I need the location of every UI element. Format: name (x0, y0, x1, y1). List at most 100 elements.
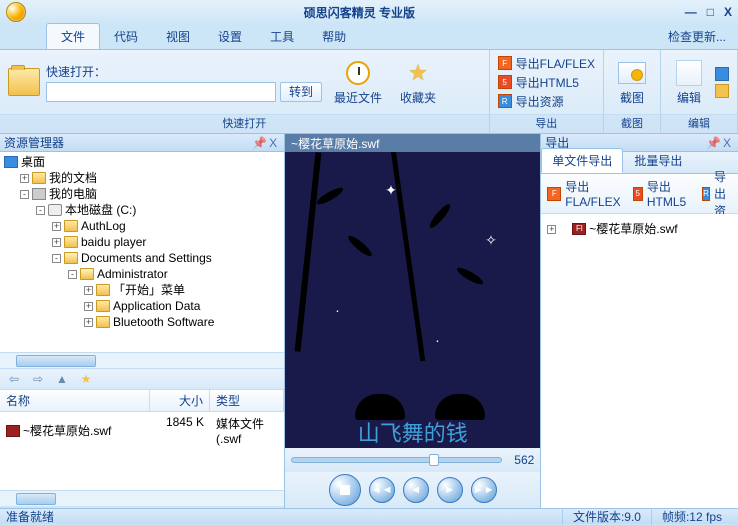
expander-icon[interactable]: - (20, 190, 29, 199)
computer-icon (32, 188, 46, 200)
ribbon: 快速打开： 转到 最近文件 ★ 收藏夹 快速打开 F导出FLA/FLEX 5导出… (0, 50, 738, 134)
tree-item[interactable]: baidu player (81, 234, 146, 250)
quickopen-input[interactable] (46, 82, 276, 102)
goto-button[interactable]: 转到 (280, 82, 322, 102)
nav-up-icon[interactable]: ▲ (54, 372, 70, 386)
desktop-icon (4, 156, 18, 168)
tab-batch-export[interactable]: 批量导出 (623, 148, 693, 173)
resource-icon: R (498, 94, 512, 108)
stop-icon (340, 485, 350, 495)
tree-item[interactable]: Application Data (113, 298, 200, 314)
expander-icon[interactable]: + (547, 225, 556, 234)
export-fla-item[interactable]: F导出 FLA/FLEX (547, 178, 620, 209)
tab-view[interactable]: 视图 (152, 24, 204, 49)
tree-item[interactable]: Documents and Settings (81, 250, 212, 266)
panel-close-icon[interactable]: X (266, 136, 280, 150)
recent-files-button[interactable]: 最近文件 (328, 57, 388, 108)
expander-icon[interactable]: - (68, 270, 77, 279)
swf-icon (6, 425, 20, 437)
edit-small-icon[interactable] (715, 84, 729, 98)
stop-button[interactable] (329, 474, 361, 506)
seek-knob[interactable] (429, 454, 439, 466)
expander-icon[interactable]: + (52, 238, 61, 247)
export-html5-item[interactable]: 5导出HTML5 (633, 178, 690, 209)
status-fps: 帧频:12 fps (651, 508, 732, 525)
export-res-item[interactable]: R导出资 (702, 168, 732, 219)
expander-icon[interactable]: - (36, 206, 45, 215)
expander-icon[interactable]: - (52, 254, 61, 263)
save-icon[interactable] (715, 67, 729, 81)
panel-pin-icon[interactable]: 📌 (252, 136, 266, 150)
filelist-hscrollbar[interactable] (0, 490, 284, 506)
title-bar: 硕思闪客精灵 专业版 — □ X (0, 0, 738, 24)
tree-hscrollbar[interactable] (0, 352, 284, 368)
screenshot-button[interactable]: 截图 (612, 57, 652, 108)
clock-icon (346, 61, 370, 85)
step-fwd-button[interactable]: ► (437, 477, 463, 503)
file-row[interactable]: ~樱花草原始.swf 1845 K 媒体文件(.swf (0, 412, 284, 449)
maximize-button[interactable]: □ (707, 5, 714, 19)
tree-item[interactable]: AuthLog (81, 218, 126, 234)
nav-back-icon[interactable]: ⇦ (6, 372, 22, 386)
export-file-name[interactable]: ~樱花草原始.swf (589, 220, 677, 238)
export-resource-button[interactable]: R导出资源 (498, 93, 595, 110)
group-screenshot-label: 截图 (604, 114, 660, 133)
quickopen-label: 快速打开： (46, 63, 322, 80)
panel-pin-icon[interactable]: 📌 (706, 136, 720, 150)
tab-code[interactable]: 代码 (100, 24, 152, 49)
prev-button[interactable]: ◄◄ (369, 477, 395, 503)
expander-icon[interactable]: + (84, 318, 93, 327)
tab-tools[interactable]: 工具 (256, 24, 308, 49)
export-tree[interactable]: + Fl~樱花草原始.swf (541, 214, 738, 508)
next-button[interactable]: ►► (471, 477, 497, 503)
col-type[interactable]: 类型 (210, 390, 284, 411)
col-name[interactable]: 名称 (0, 390, 150, 411)
panel-close-icon[interactable]: X (720, 136, 734, 150)
preview-title: ~樱花草原始.swf (285, 134, 540, 152)
seek-bar[interactable] (291, 457, 502, 463)
minimize-button[interactable]: — (685, 5, 697, 19)
tree-item[interactable]: Bluetooth Software (113, 314, 214, 330)
edit-button[interactable]: 编辑 (669, 57, 709, 108)
file-list: 名称 大小 类型 ~樱花草原始.swf 1845 K 媒体文件(.swf (0, 390, 284, 490)
expander-icon[interactable]: + (84, 286, 93, 295)
drive-icon (48, 204, 62, 216)
folder-tree[interactable]: 桌面 +我的文档 -我的电脑 -本地磁盘 (C:) +AuthL (2, 154, 282, 330)
nav-forward-icon[interactable]: ⇨ (30, 372, 46, 386)
col-size[interactable]: 大小 (150, 390, 210, 411)
favorites-button[interactable]: ★ 收藏夹 (394, 57, 442, 108)
group-quickopen-label: 快速打开 (0, 114, 489, 133)
scrollbar-thumb[interactable] (16, 493, 56, 505)
tab-settings[interactable]: 设置 (204, 24, 256, 49)
tree-mypc[interactable]: 我的电脑 (49, 186, 97, 202)
expander-icon[interactable]: + (52, 222, 61, 231)
check-update-link[interactable]: 检查更新... (656, 24, 738, 49)
nav-favorite-icon[interactable]: ★ (78, 372, 94, 386)
scrollbar-thumb[interactable] (16, 355, 96, 367)
step-back-button[interactable]: ◄ (403, 477, 429, 503)
tree-admin[interactable]: Administrator (97, 266, 168, 282)
recent-label: 最近文件 (334, 89, 382, 106)
export-fla-button[interactable]: F导出FLA/FLEX (498, 55, 595, 72)
status-version: 文件版本:9.0 (562, 508, 651, 525)
tab-single-export[interactable]: 单文件导出 (541, 148, 623, 173)
edit-label: 编辑 (677, 89, 701, 106)
open-folder-icon[interactable] (8, 68, 40, 96)
expander-icon[interactable]: + (20, 174, 29, 183)
tree-desktop[interactable]: 桌面 (21, 154, 45, 170)
export-html5-button[interactable]: 5导出HTML5 (498, 74, 595, 91)
tree-item[interactable]: 「开始」菜单 (113, 282, 185, 298)
fla-icon: F (498, 56, 512, 70)
folder-icon (32, 172, 46, 184)
tree-mydocs[interactable]: 我的文档 (49, 170, 97, 186)
tab-help[interactable]: 帮助 (308, 24, 360, 49)
file-type: 媒体文件(.swf (210, 414, 284, 447)
fl-file-icon: Fl (572, 223, 586, 235)
group-export-label: 导出 (490, 114, 603, 133)
close-button[interactable]: X (724, 5, 732, 19)
camera-icon (618, 62, 646, 84)
fav-label: 收藏夹 (400, 89, 436, 106)
tree-drive[interactable]: 本地磁盘 (C:) (65, 202, 136, 218)
tab-file[interactable]: 文件 (46, 23, 100, 49)
expander-icon[interactable]: + (84, 302, 93, 311)
